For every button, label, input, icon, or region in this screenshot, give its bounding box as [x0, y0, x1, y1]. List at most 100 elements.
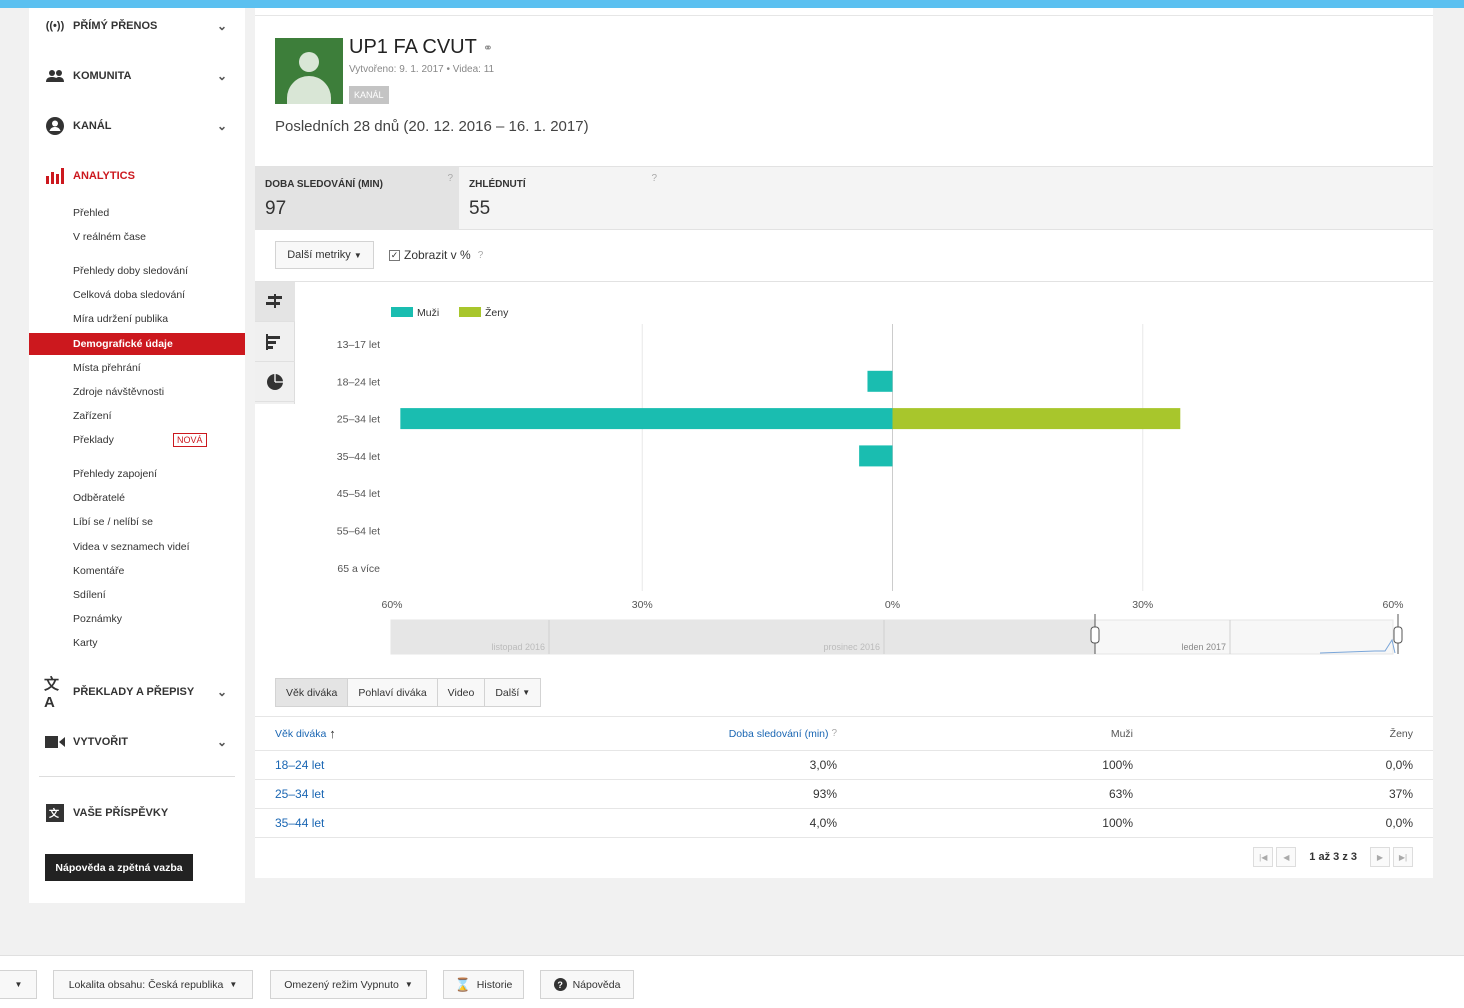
checkbox-checked[interactable]: ✓ — [389, 249, 400, 261]
metric-watch-time[interactable]: Doba sledování (min) 97 ? — [255, 167, 459, 230]
timeline-handle[interactable] — [1090, 626, 1100, 644]
column-age[interactable]: Věk diváka ↑ — [275, 717, 336, 750]
chevron-down-icon: ⌄ — [217, 19, 228, 33]
pie-chart-icon[interactable] — [255, 362, 295, 402]
footer: ▼ Lokalita obsahu: Česká republika ▼ Omez… — [0, 955, 1464, 1008]
community-icon — [44, 65, 66, 87]
top-accent-bar — [0, 0, 1464, 8]
x-tick-label: 0% — [885, 599, 900, 611]
sidebar-item-cards[interactable]: Karty — [29, 632, 245, 654]
sidebar-item-overview[interactable]: Přehled — [29, 202, 245, 224]
x-tick-label: 60% — [1382, 599, 1403, 611]
help-icon[interactable]: ? — [447, 173, 453, 184]
sidebar-item-demographics[interactable]: Demografické údaje — [29, 333, 245, 355]
cell-female: 0,0% — [1385, 758, 1413, 772]
sidebar-item-annotations[interactable]: Poznámky — [29, 608, 245, 630]
sidebar-item-comments[interactable]: Komentáře — [29, 560, 245, 582]
caret-down-icon: ▼ — [522, 688, 531, 697]
external-link-icon[interactable]: ⚭ — [483, 41, 493, 55]
contributions-icon: 文 — [44, 802, 66, 824]
timeline-handle[interactable] — [1393, 626, 1403, 644]
sidebar-item-translations[interactable]: Překlady NOVÁ — [29, 429, 245, 451]
table-header: Věk diváka ↑ Doba sledování (min) ? Muži… — [255, 716, 1433, 751]
first-page-icon[interactable]: |◀ — [1253, 847, 1274, 867]
bar-male — [400, 408, 893, 430]
help-feedback-button[interactable]: Nápověda a zpětná vazba — [45, 854, 193, 881]
tab-gender[interactable]: Pohlaví diváka — [348, 678, 438, 707]
category-label: 25–34 let — [337, 414, 380, 426]
sidebar-item-playlists[interactable]: Videa v seznamech videí — [29, 536, 245, 558]
sidebar-section-analytics[interactable]: Analytics — [29, 161, 245, 191]
cell-female: 37% — [1388, 787, 1413, 801]
category-label: 45–54 let — [337, 488, 380, 500]
column-male[interactable]: Muži — [1111, 717, 1133, 750]
table-dimension-tabs: Věk diváka Pohlaví diváka Video Další ▼ — [275, 678, 542, 707]
last-page-icon[interactable]: ▶| — [1393, 847, 1413, 867]
tab-video[interactable]: Video — [437, 678, 486, 707]
sidebar-section-live[interactable]: ((•)) Přímý přenos ⌄ — [29, 11, 245, 41]
sidebar-item-traffic-sources[interactable]: Zdroje návštěvnosti — [29, 381, 245, 403]
diverging-bar-chart-icon[interactable] — [255, 282, 295, 322]
next-page-icon[interactable]: ▶ — [1370, 847, 1390, 867]
row-age-link[interactable]: 25–34 let — [275, 787, 324, 801]
sidebar-item-engagement-reports[interactable]: Přehledy zapojení — [29, 463, 245, 485]
sidebar-item-retention[interactable]: Míra udržení publika — [29, 308, 245, 330]
percent-toggle[interactable]: ✓ Zobrazit v % ? — [389, 248, 483, 262]
date-period[interactable]: Posledních 28 dnů (20. 12. 2016 – 16. 1.… — [275, 118, 589, 135]
category-label: 35–44 let — [337, 451, 380, 463]
tab-age[interactable]: Věk diváka — [275, 678, 349, 707]
sidebar-item-likes[interactable]: Líbí se / nelíbí se — [29, 511, 245, 533]
channel-tag: Kanál — [349, 86, 389, 104]
row-age-link[interactable]: 35–44 let — [275, 816, 324, 830]
sidebar-item-sharing[interactable]: Sdílení — [29, 584, 245, 606]
video-camera-icon — [44, 731, 66, 753]
sidebar-section-channel[interactable]: Kanál ⌄ — [29, 111, 245, 141]
chevron-down-icon: ⌄ — [217, 685, 228, 699]
x-tick-label: 60% — [381, 599, 402, 611]
sidebar-item-watchtime[interactable]: Celková doba sledování — [29, 284, 245, 306]
sidebar-section-translations[interactable]: 文A Překlady a přepisy ⌄ — [29, 676, 245, 711]
more-metrics-dropdown[interactable]: Další metriky ▼ — [275, 241, 374, 269]
demographics-chart: Muži Ženy 13–17 let 18–24 let 25–34 let 35–44… — [337, 306, 1404, 655]
column-watch-time[interactable]: Doba sledování (min) ? — [729, 717, 837, 750]
legend-label: Ženy — [485, 306, 509, 319]
sidebar-item-playback-locations[interactable]: Místa přehrání — [29, 357, 245, 379]
prev-page-icon[interactable]: ◀ — [1276, 847, 1297, 867]
channel-name[interactable]: UP1 FA CVUT — [349, 36, 477, 59]
channel-avatar[interactable] — [275, 38, 343, 104]
restricted-mode-dropdown[interactable]: Omezený režim Vypnuto ▼ — [270, 970, 427, 999]
bar-chart-icon[interactable] — [255, 322, 295, 362]
bar-male — [859, 445, 893, 467]
language-dropdown[interactable]: ▼ — [0, 970, 37, 999]
help-icon[interactable]: ? — [831, 728, 837, 739]
pagination: |◀ ◀ 1 až 3 z 3 ▶ ▶| — [1253, 847, 1413, 867]
caret-down-icon: ▼ — [14, 980, 23, 989]
chart-type-tabs — [255, 282, 295, 404]
svg-text:文: 文 — [49, 807, 60, 820]
sidebar-item-devices[interactable]: Zařízení — [29, 405, 245, 427]
sidebar: ((•)) Přímý přenos ⌄ Komunita ⌄ Kanál ⌄ … — [29, 8, 245, 903]
sidebar-item-label: Překlady — [73, 434, 114, 446]
sidebar-section-contributions[interactable]: 文 Vaše příspěvky — [29, 798, 245, 828]
channel-icon — [44, 115, 66, 137]
sidebar-item-watchtime-reports[interactable]: Přehledy doby sledování — [29, 260, 245, 282]
bar-female — [892, 408, 1181, 430]
cell-watch-time: 3,0% — [809, 758, 837, 772]
history-button[interactable]: ⌛ Historie — [443, 970, 524, 999]
table-row: 18–24 let 3,0% 100% 0,0% — [255, 751, 1433, 780]
sidebar-section-create[interactable]: Vytvořit ⌄ — [29, 727, 245, 757]
analytics-icon — [44, 165, 66, 187]
sidebar-item-realtime[interactable]: V reálném čase — [29, 226, 245, 248]
tab-more[interactable]: Další ▼ — [485, 678, 542, 707]
help-icon[interactable]: ? — [651, 173, 657, 184]
help-button[interactable]: ? Nápověda — [540, 970, 634, 999]
metric-views[interactable]: Zhlédnutí 55 ? — [459, 167, 663, 230]
sidebar-item-subscribers[interactable]: Odběratelé — [29, 487, 245, 509]
caret-down-icon: ▼ — [229, 980, 238, 989]
column-female[interactable]: Ženy — [1390, 717, 1413, 750]
help-icon[interactable]: ? — [478, 250, 484, 261]
sidebar-section-community[interactable]: Komunita ⌄ — [29, 61, 245, 91]
table-row: 25–34 let 93% 63% 37% — [255, 780, 1433, 809]
content-location-dropdown[interactable]: Lokalita obsahu: Česká republika ▼ — [53, 970, 253, 999]
row-age-link[interactable]: 18–24 let — [275, 758, 324, 772]
